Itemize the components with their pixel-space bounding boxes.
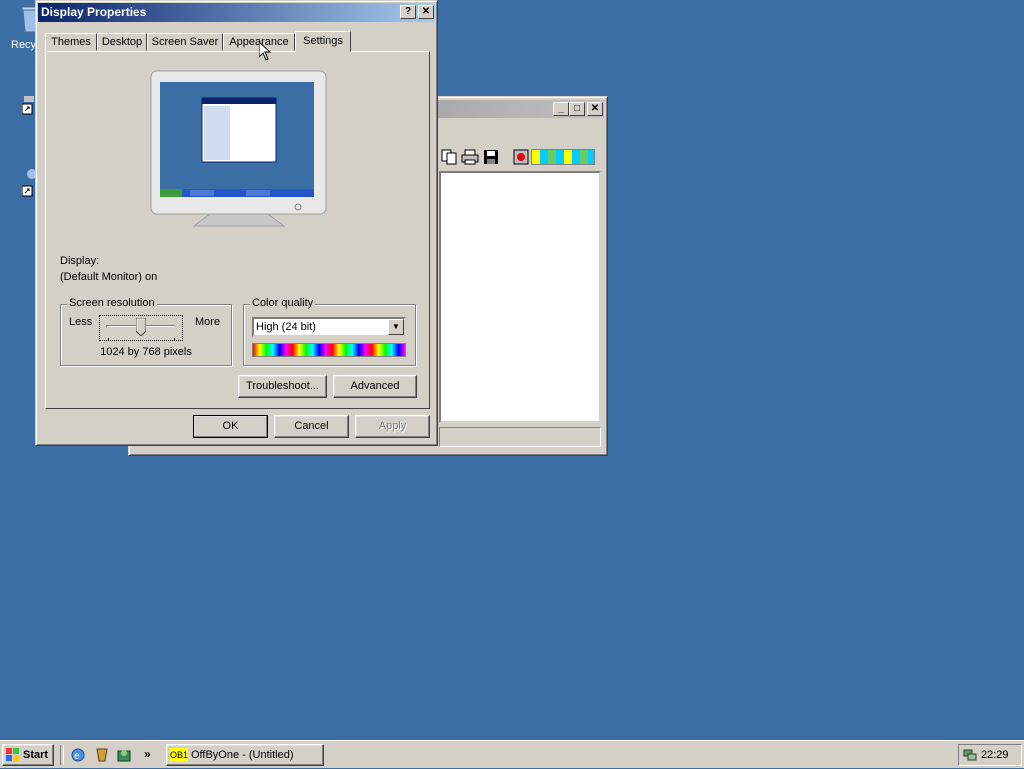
help-button[interactable]: ? <box>400 5 416 19</box>
start-button[interactable]: Start <box>2 744 54 766</box>
resolution-slider[interactable] <box>99 315 183 341</box>
troubleshoot-button[interactable]: Troubleshoot... <box>238 375 327 398</box>
network-icon[interactable] <box>963 748 977 762</box>
apply-button[interactable]: Apply <box>355 415 430 438</box>
system-tray: 22:29 <box>958 744 1022 766</box>
dialog-title: Display Properties <box>41 5 147 19</box>
color-quality-legend: Color quality <box>250 297 316 309</box>
quicklaunch-tool-icon[interactable] <box>94 747 110 763</box>
save-icon[interactable] <box>483 149 499 165</box>
close-button[interactable]: ✕ <box>587 102 603 116</box>
more-label: More <box>195 316 221 328</box>
tab-screen-saver[interactable]: Screen Saver <box>147 33 223 51</box>
display-properties-dialog[interactable]: Display Properties ? ✕ Themes Desktop Sc… <box>35 0 438 446</box>
advanced-button[interactable]: Advanced <box>333 375 417 398</box>
color-quality-group: Color quality High (24 bit) ▼ <box>243 297 416 366</box>
chevron-down-icon[interactable]: ▼ <box>388 319 404 335</box>
quicklaunch-app-icon[interactable] <box>116 747 132 763</box>
desktop-shortcut-icon[interactable] <box>21 96 36 116</box>
taskbar: Start e » OB1 OffByOne - (Untitled) 22:2… <box>0 740 1024 768</box>
tab-desktop[interactable]: Desktop <box>97 33 147 51</box>
document-area[interactable] <box>439 171 601 423</box>
settings-panel: Display: (Default Monitor) on Screen res… <box>45 51 430 409</box>
color-quality-value: High (24 bit) <box>256 321 316 333</box>
color-spectrum-bar <box>252 343 406 357</box>
slider-thumb[interactable] <box>135 317 147 337</box>
screen-resolution-group: Screen resolution Less More 1024 by 768 … <box>60 297 232 366</box>
clock[interactable]: 22:29 <box>981 749 1009 761</box>
status-bar <box>439 427 601 447</box>
windows-logo-icon <box>6 748 20 762</box>
quicklaunch-more[interactable]: » <box>144 747 151 761</box>
palette-strip[interactable] <box>531 149 595 165</box>
toolbar <box>439 145 601 169</box>
offbyone-badge: OB1 <box>170 748 189 762</box>
minimize-button[interactable]: _ <box>553 102 569 116</box>
tab-settings[interactable]: Settings <box>295 31 351 52</box>
mouse-cursor-icon <box>258 40 272 62</box>
resolution-value: 1024 by 768 pixels <box>100 346 192 358</box>
close-button[interactable]: ✕ <box>418 5 434 19</box>
recycle-bin-label: Recy <box>11 39 37 51</box>
svg-text:e: e <box>74 751 80 762</box>
print-icon[interactable] <box>461 149 479 165</box>
monitor-preview <box>150 70 328 230</box>
maximize-button[interactable]: □ <box>569 102 585 116</box>
color-icon[interactable] <box>513 149 529 165</box>
task-offbyone[interactable]: OB1 OffByOne - (Untitled) <box>166 744 324 766</box>
screen-resolution-legend: Screen resolution <box>67 297 157 309</box>
color-quality-select[interactable]: High (24 bit) ▼ <box>252 317 406 337</box>
display-label: Display: <box>60 255 100 267</box>
desktop-shortcut-icon[interactable] <box>21 168 37 198</box>
tab-themes[interactable]: Themes <box>45 33 97 51</box>
dialog-titlebar[interactable]: Display Properties <box>38 3 435 22</box>
internet-explorer-icon[interactable]: e <box>70 747 86 763</box>
ok-button[interactable]: OK <box>193 415 268 438</box>
display-value: (Default Monitor) on <box>60 271 158 283</box>
copy-icon[interactable] <box>441 149 457 165</box>
less-label: Less <box>69 316 93 328</box>
cancel-button[interactable]: Cancel <box>274 415 349 438</box>
